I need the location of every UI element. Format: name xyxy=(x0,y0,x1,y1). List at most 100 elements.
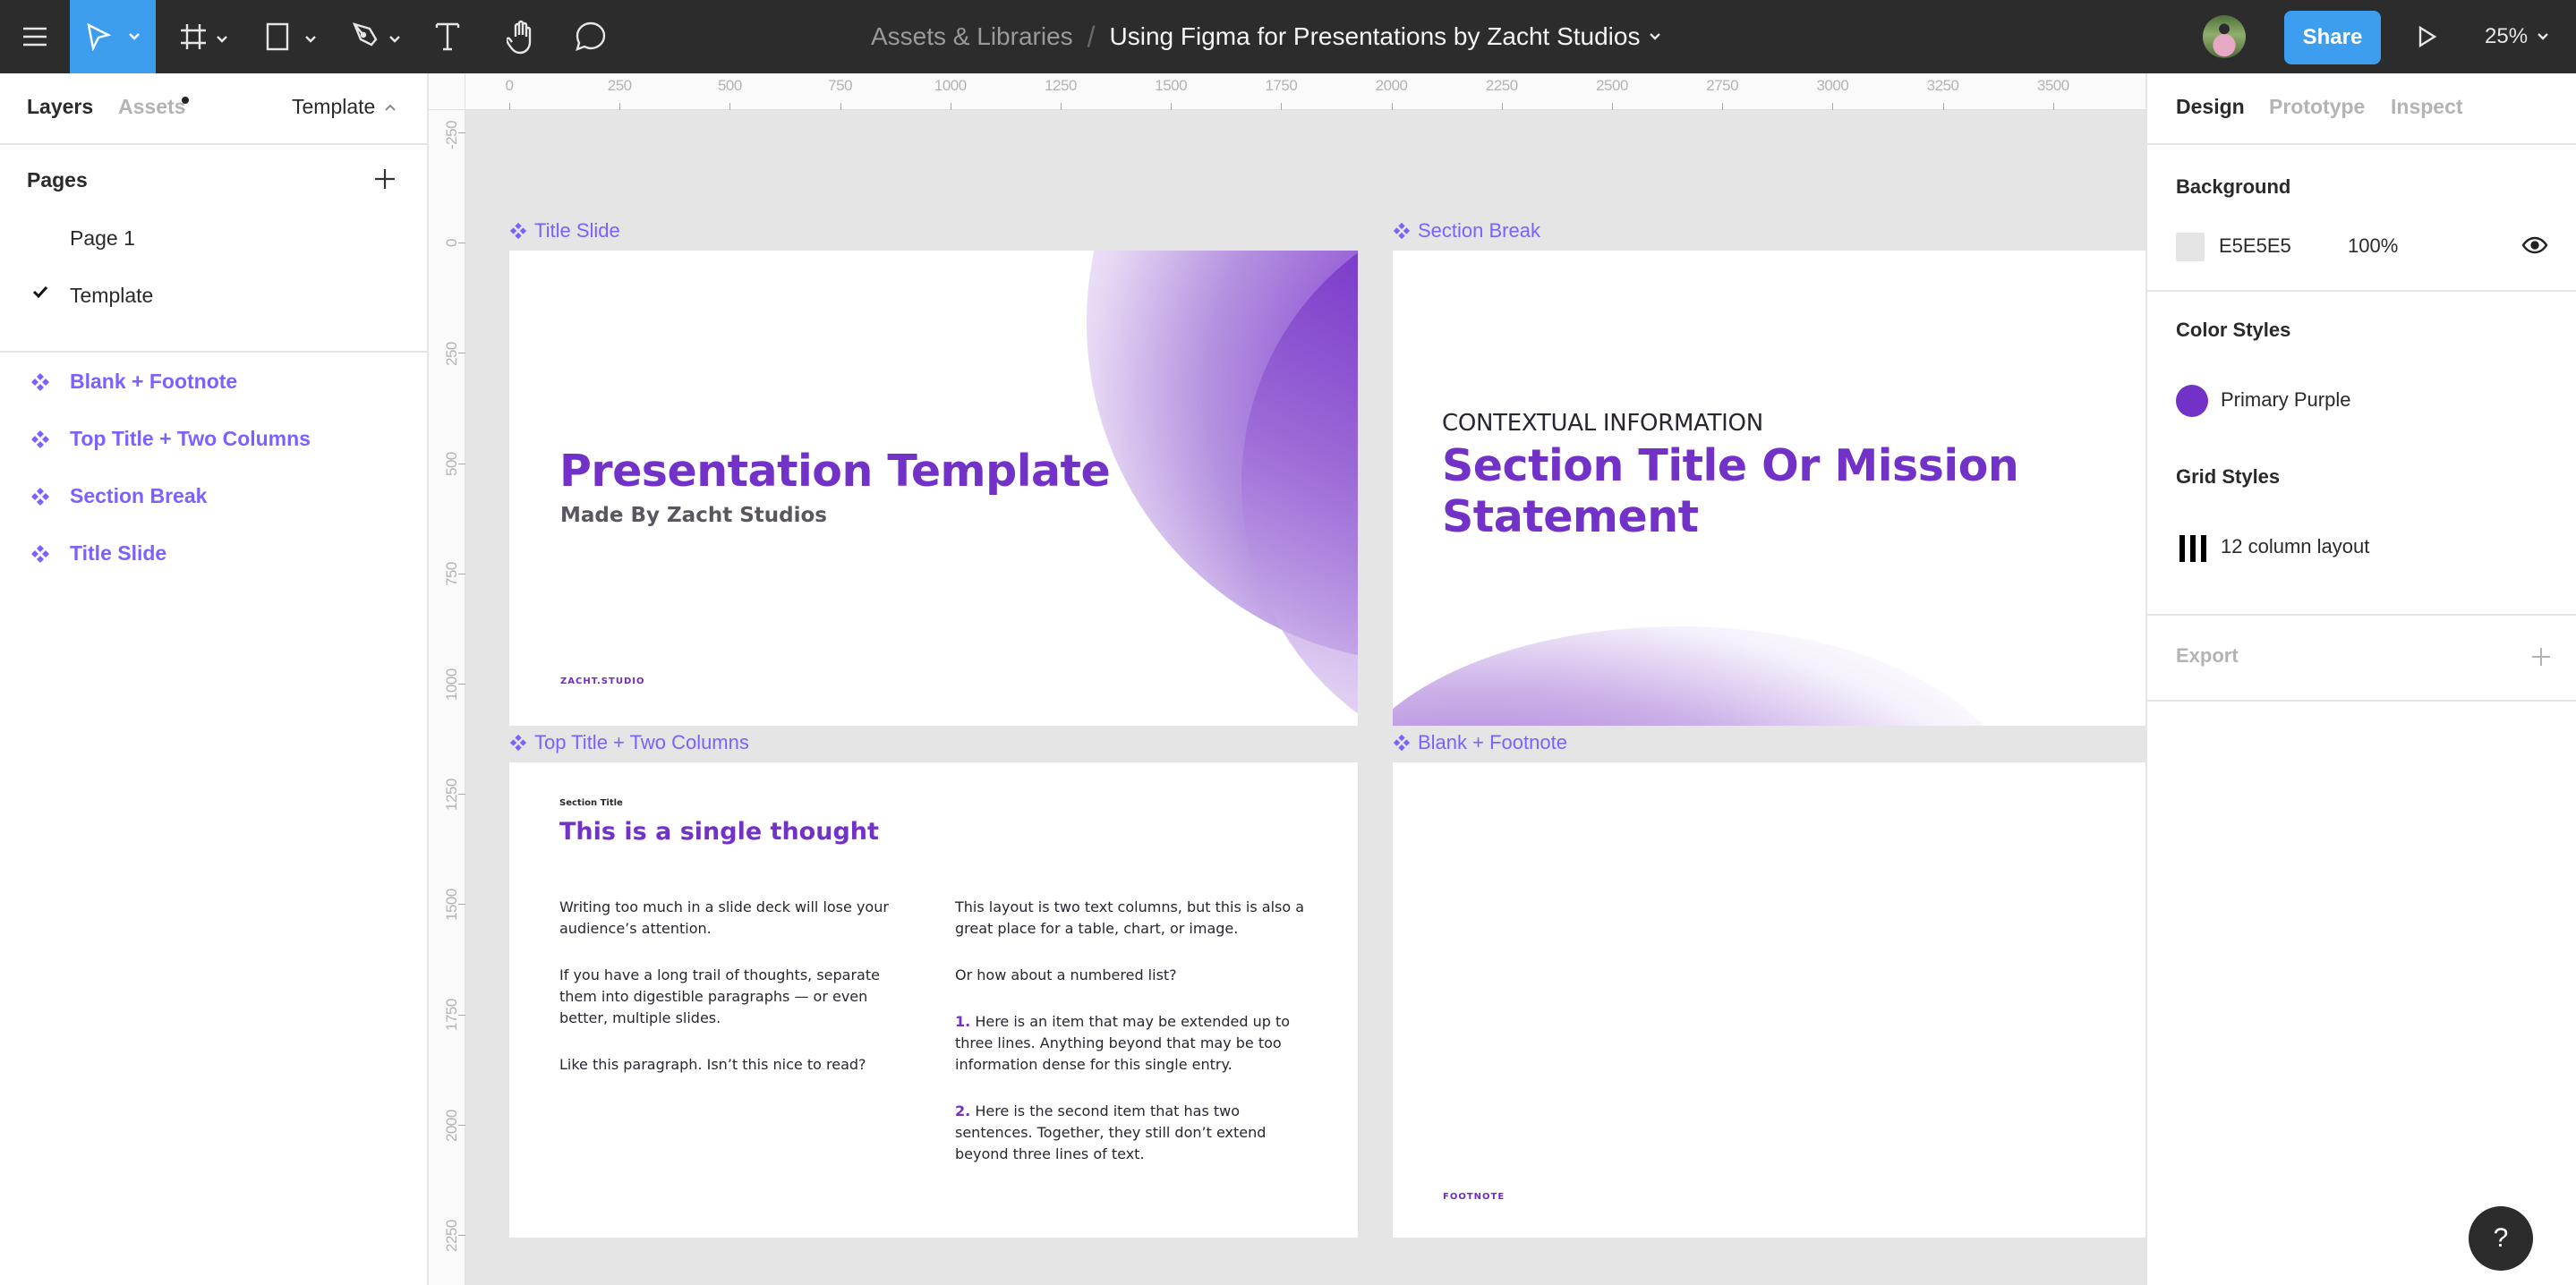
ruler-tick xyxy=(2052,103,2054,110)
tab-assets[interactable]: Assets xyxy=(118,95,185,119)
ruler-tick xyxy=(509,103,510,110)
comment-tool-button[interactable] xyxy=(571,0,610,73)
plus-icon[interactable] xyxy=(2530,646,2552,668)
ruler-tick xyxy=(458,904,465,906)
slide-subtitle: Made By Zacht Studios xyxy=(560,504,827,527)
ruler-top-label: 1750 xyxy=(1265,77,1298,94)
shape-tool-dropdown[interactable] xyxy=(304,32,317,48)
ruler-tick xyxy=(1281,103,1283,110)
ruler-left[interactable]: -250 0 250 500 750 1000 1250 1500 1750 2000 2250 xyxy=(429,73,465,1285)
tab-inspect[interactable]: Inspect xyxy=(2391,95,2463,119)
slide-title: Presentation Template xyxy=(559,446,1111,497)
divider xyxy=(2147,290,2576,292)
breadcrumb: Assets & Libraries / Using Figma for Pre… xyxy=(871,0,1661,73)
frame-hash-icon xyxy=(181,24,206,49)
page-switcher[interactable]: Template xyxy=(292,95,397,119)
page-item-page-1[interactable]: Page 1 xyxy=(0,209,427,267)
chevron-down-icon[interactable] xyxy=(1649,32,1661,41)
right-panel-tabs: Design Prototype Inspect xyxy=(2147,73,2576,145)
frame-tool-button[interactable] xyxy=(175,0,211,73)
page-label: Template xyxy=(70,283,154,307)
tab-prototype[interactable]: Prototype xyxy=(2269,95,2365,119)
frame-label-text: Top Title + Two Columns xyxy=(534,731,749,753)
canvas[interactable]: Title Slide Presentation Template Made B… xyxy=(465,110,2145,1285)
frame-label-title-slide[interactable]: Title Slide xyxy=(509,219,620,243)
breadcrumb-parent[interactable]: Assets & Libraries xyxy=(871,22,1073,51)
layer-item-top-title-two-columns[interactable]: Top Title + Two Columns xyxy=(0,410,427,467)
ruler-tick xyxy=(1061,103,1062,110)
frame-tool-dropdown[interactable] xyxy=(216,32,228,48)
ruler-top[interactable]: 0 250 500 750 1000 1250 1500 1750 2000 2250 2500 27… xyxy=(429,73,2145,110)
chevron-down-icon xyxy=(2538,33,2548,40)
hand-tool-button[interactable] xyxy=(501,0,541,73)
ruler-tick xyxy=(1832,103,1834,110)
paragraph: Writing too much in a slide deck will lo… xyxy=(559,898,889,937)
layer-item-title-slide[interactable]: Title Slide xyxy=(0,524,427,582)
slide-context-label: CONTEXTUAL INFORMATION xyxy=(1442,410,1763,437)
blank-footnote-frame[interactable]: FOOTNOTE xyxy=(1393,762,2145,1238)
text-t-icon xyxy=(435,22,460,51)
divider xyxy=(2147,700,2576,702)
ruler-tick xyxy=(458,1124,465,1126)
current-page-label: Template xyxy=(292,95,376,118)
frame-label-blank-footnote[interactable]: Blank + Footnote xyxy=(1393,731,1567,754)
ruler-top-label: 3250 xyxy=(1926,77,1959,94)
background-opacity-input[interactable]: 100% xyxy=(2348,234,2398,258)
layer-item-section-break[interactable]: Section Break xyxy=(0,467,427,524)
pages-header: Pages xyxy=(27,168,88,191)
background-color-swatch[interactable] xyxy=(2176,233,2205,261)
design-panel: Design Prototype Inspect Background E5E5… xyxy=(2145,73,2576,1285)
page-item-template[interactable]: Template xyxy=(0,267,427,324)
assets-notification-dot xyxy=(182,97,189,104)
component-icon xyxy=(509,734,527,752)
main-menu-button[interactable] xyxy=(13,0,57,73)
paragraph: This layout is two text columns, but thi… xyxy=(955,898,1305,937)
text-tool-button[interactable] xyxy=(430,0,465,73)
list-text: Here is an item that may be extended up … xyxy=(955,1013,1291,1073)
ruler-tick xyxy=(619,103,621,110)
present-button[interactable] xyxy=(2408,0,2447,73)
section-label: Section Title xyxy=(559,798,623,808)
slide-footer: ZACHT.STUDIO xyxy=(560,677,645,686)
layer-item-blank-footnote[interactable]: Blank + Footnote xyxy=(0,353,427,410)
shape-tool-button[interactable] xyxy=(260,0,295,73)
pen-tool-button[interactable] xyxy=(347,0,383,73)
left-column: Writing too much in a slide deck will lo… xyxy=(559,897,917,1101)
chevron-down-icon xyxy=(217,36,227,43)
two-columns-frame[interactable]: Section Title This is a single thought W… xyxy=(509,762,1358,1238)
ruler-top-label: 2250 xyxy=(1485,77,1518,94)
eye-icon[interactable] xyxy=(2521,236,2548,254)
help-button[interactable]: ? xyxy=(2469,1206,2533,1271)
ruler-top-label: 2750 xyxy=(1706,77,1739,94)
ruler-top-label: 1250 xyxy=(1045,77,1077,94)
tab-layers[interactable]: Layers xyxy=(27,95,93,119)
component-icon xyxy=(31,373,49,391)
frame-label-section-break[interactable]: Section Break xyxy=(1393,219,1540,243)
zoom-dropdown[interactable]: 25% xyxy=(2485,0,2549,73)
tab-design[interactable]: Design xyxy=(2176,95,2245,119)
ruler-top-label: 0 xyxy=(505,77,514,94)
component-icon xyxy=(31,488,49,506)
grid-styles-title: Grid Styles xyxy=(2176,465,2281,488)
move-tool-button[interactable] xyxy=(70,0,156,73)
paragraph: Like this paragraph. Isn’t this nice to … xyxy=(559,1056,866,1073)
frame-label-text: Section Break xyxy=(1418,219,1540,242)
user-avatar[interactable] xyxy=(2203,15,2246,58)
share-button[interactable]: Share xyxy=(2284,11,2381,64)
cursor-arrow-icon xyxy=(87,22,112,51)
column-grid-icon xyxy=(2179,535,2206,562)
layer-label: Section Break xyxy=(70,483,208,507)
file-title[interactable]: Using Figma for Presentations by Zacht S… xyxy=(1110,22,1641,51)
title-slide-frame[interactable]: Presentation Template Made By Zacht Stud… xyxy=(509,251,1358,726)
ruler-tick xyxy=(1722,103,1724,110)
pen-tool-dropdown[interactable] xyxy=(388,32,401,48)
background-hex-input[interactable]: E5E5E5 xyxy=(2219,234,2291,258)
section-break-frame[interactable]: CONTEXTUAL INFORMATION Section Title Or … xyxy=(1393,251,2145,726)
paragraph: If you have a long trail of thoughts, se… xyxy=(559,966,880,1026)
add-page-button[interactable] xyxy=(372,166,397,191)
color-styles-title: Color Styles xyxy=(2176,319,2291,341)
checkmark-icon xyxy=(32,285,48,299)
frame-label-two-columns[interactable]: Top Title + Two Columns xyxy=(509,731,749,754)
play-icon xyxy=(2418,25,2437,48)
grid-style-label: 12 column layout xyxy=(2221,535,2370,557)
